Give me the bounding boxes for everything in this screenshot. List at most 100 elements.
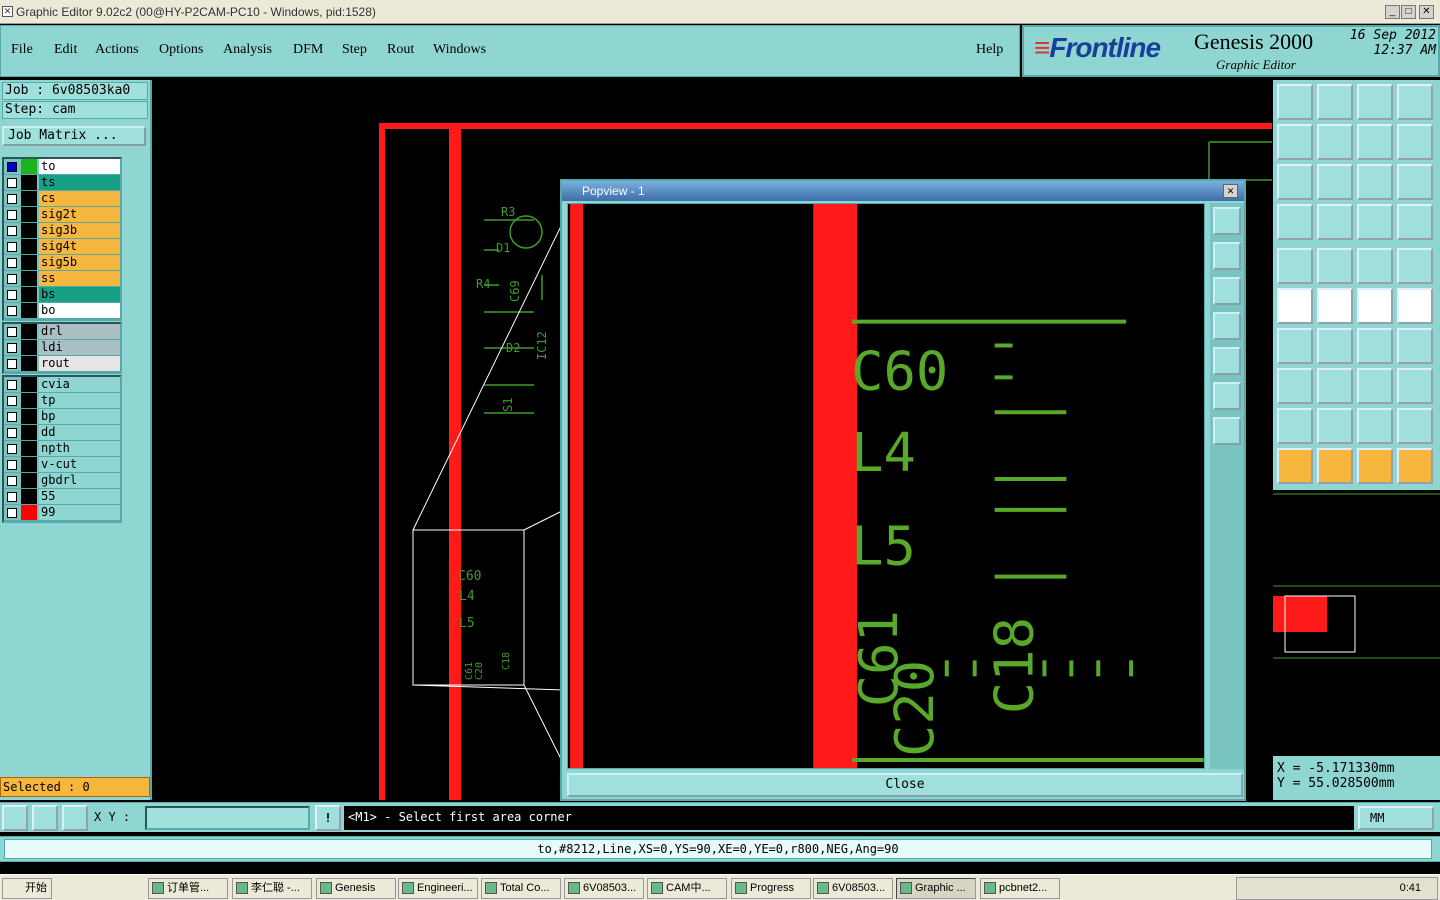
- layer-color-swatch[interactable]: [21, 175, 37, 190]
- layer-checkbox[interactable]: [7, 162, 17, 172]
- layer-name[interactable]: to: [39, 159, 120, 174]
- layer-checkbox[interactable]: [7, 428, 17, 438]
- taskbar-item[interactable]: Progress: [731, 878, 811, 899]
- layer-name[interactable]: v-cut: [39, 457, 120, 472]
- layer-name[interactable]: bs: [39, 287, 120, 302]
- layer-name[interactable]: cs: [39, 191, 120, 206]
- close-window-button[interactable]: ✕: [1419, 5, 1434, 19]
- tool-0-0-icon[interactable]: [1277, 84, 1313, 120]
- tool-5-2-icon[interactable]: [1357, 288, 1393, 324]
- tool-2-3-icon[interactable]: [1397, 164, 1433, 200]
- layer-checkbox[interactable]: [7, 242, 17, 252]
- layer-row[interactable]: sig3b: [4, 223, 120, 239]
- layer-color-swatch[interactable]: [21, 505, 37, 520]
- layer-row[interactable]: sig2t: [4, 207, 120, 223]
- overview-map[interactable]: [1273, 492, 1440, 754]
- tool-9-2-icon[interactable]: [1357, 448, 1393, 484]
- layer-color-swatch[interactable]: [21, 324, 37, 339]
- tool-8-3-icon[interactable]: [1397, 408, 1433, 444]
- layer-name[interactable]: npth: [39, 441, 120, 456]
- layer-name[interactable]: bp: [39, 409, 120, 424]
- layer-color-swatch[interactable]: [21, 425, 37, 440]
- minimize-button[interactable]: _: [1385, 5, 1400, 19]
- layer-name[interactable]: ts: [39, 175, 120, 190]
- units-select[interactable]: MM: [1358, 806, 1434, 830]
- menu-options[interactable]: Options: [159, 42, 203, 58]
- layer-checkbox[interactable]: [7, 178, 17, 188]
- tool-2-2-icon[interactable]: [1357, 164, 1393, 200]
- layer-row[interactable]: sig5b: [4, 255, 120, 271]
- job-matrix-button[interactable]: Job Matrix ...: [2, 126, 146, 146]
- layer-checkbox[interactable]: [7, 460, 17, 470]
- grid-icon[interactable]: [62, 805, 88, 831]
- popview-close-button[interactable]: Close: [567, 773, 1243, 797]
- layer-name[interactable]: 55: [39, 489, 120, 504]
- layer-name[interactable]: sig5b: [39, 255, 120, 270]
- taskbar-item[interactable]: CAM中...: [647, 878, 727, 899]
- tool-3-0-icon[interactable]: [1277, 204, 1313, 240]
- tool-5-0-icon[interactable]: [1277, 288, 1313, 324]
- popview-pan-left-icon[interactable]: [1213, 312, 1241, 340]
- layer-color-swatch[interactable]: [21, 356, 37, 371]
- layer-checkbox[interactable]: [7, 290, 17, 300]
- menu-step[interactable]: Step: [342, 42, 367, 58]
- tool-4-1-icon[interactable]: [1317, 248, 1353, 284]
- layer-name[interactable]: gbdrl: [39, 473, 120, 488]
- layer-row[interactable]: drl: [4, 324, 120, 340]
- layer-color-swatch[interactable]: [21, 409, 37, 424]
- layer-checkbox[interactable]: [7, 343, 17, 353]
- taskbar-item[interactable]: 6V08503...: [813, 878, 893, 899]
- start-button[interactable]: 开始: [2, 878, 52, 899]
- layer-color-swatch[interactable]: [21, 287, 37, 302]
- layer-name[interactable]: sig2t: [39, 207, 120, 222]
- layer-name[interactable]: ss: [39, 271, 120, 286]
- popview-close-icon[interactable]: ✕: [1223, 184, 1238, 198]
- layer-color-swatch[interactable]: [21, 159, 37, 174]
- layer-checkbox[interactable]: [7, 492, 17, 502]
- layer-color-swatch[interactable]: [21, 340, 37, 355]
- measure-icon[interactable]: [32, 805, 58, 831]
- layer-row[interactable]: bo: [4, 303, 120, 319]
- tool-7-2-icon[interactable]: [1357, 368, 1393, 404]
- popview-zoom-out-icon[interactable]: [1213, 417, 1241, 445]
- tool-6-2-icon[interactable]: [1357, 328, 1393, 364]
- layer-row[interactable]: npth: [4, 441, 120, 457]
- layer-row[interactable]: to: [4, 159, 120, 175]
- layer-checkbox[interactable]: [7, 396, 17, 406]
- tool-9-3-icon[interactable]: [1397, 448, 1433, 484]
- layer-color-swatch[interactable]: [21, 393, 37, 408]
- taskbar-item[interactable]: Engineeri...: [398, 878, 478, 899]
- layer-name[interactable]: sig3b: [39, 223, 120, 238]
- tool-7-3-icon[interactable]: [1397, 368, 1433, 404]
- layer-color-swatch[interactable]: [21, 255, 37, 270]
- layer-row[interactable]: sig4t: [4, 239, 120, 255]
- layer-row[interactable]: bs: [4, 287, 120, 303]
- popview-zoom-home-icon[interactable]: [1213, 207, 1241, 235]
- menu-edit[interactable]: Edit: [54, 42, 77, 58]
- tool-4-2-icon[interactable]: [1357, 248, 1393, 284]
- layer-name[interactable]: sig4t: [39, 239, 120, 254]
- popview-pan-up-icon[interactable]: [1213, 242, 1241, 270]
- tool-6-3-icon[interactable]: [1397, 328, 1433, 364]
- tool-2-0-icon[interactable]: [1277, 164, 1313, 200]
- layer-row[interactable]: ss: [4, 271, 120, 287]
- tool-7-1-icon[interactable]: [1317, 368, 1353, 404]
- tool-7-0-icon[interactable]: [1277, 368, 1313, 404]
- popview-pan-down-icon[interactable]: [1213, 277, 1241, 305]
- xy-input[interactable]: [145, 806, 310, 830]
- tool-1-3-icon[interactable]: [1397, 124, 1433, 160]
- layer-checkbox[interactable]: [7, 210, 17, 220]
- layer-row[interactable]: ts: [4, 175, 120, 191]
- layer-color-swatch[interactable]: [21, 239, 37, 254]
- layer-color-swatch[interactable]: [21, 457, 37, 472]
- tool-4-3-icon[interactable]: [1397, 248, 1433, 284]
- menu-rout[interactable]: Rout: [387, 42, 414, 58]
- layer-name[interactable]: cvia: [39, 377, 120, 392]
- layer-row[interactable]: 99: [4, 505, 120, 521]
- layer-row[interactable]: rout: [4, 356, 120, 372]
- taskbar-item[interactable]: Total Co...: [481, 878, 561, 899]
- layer-row[interactable]: v-cut: [4, 457, 120, 473]
- taskbar-item[interactable]: 订单管...: [148, 878, 228, 899]
- layer-color-swatch[interactable]: [21, 489, 37, 504]
- layer-checkbox[interactable]: [7, 258, 17, 268]
